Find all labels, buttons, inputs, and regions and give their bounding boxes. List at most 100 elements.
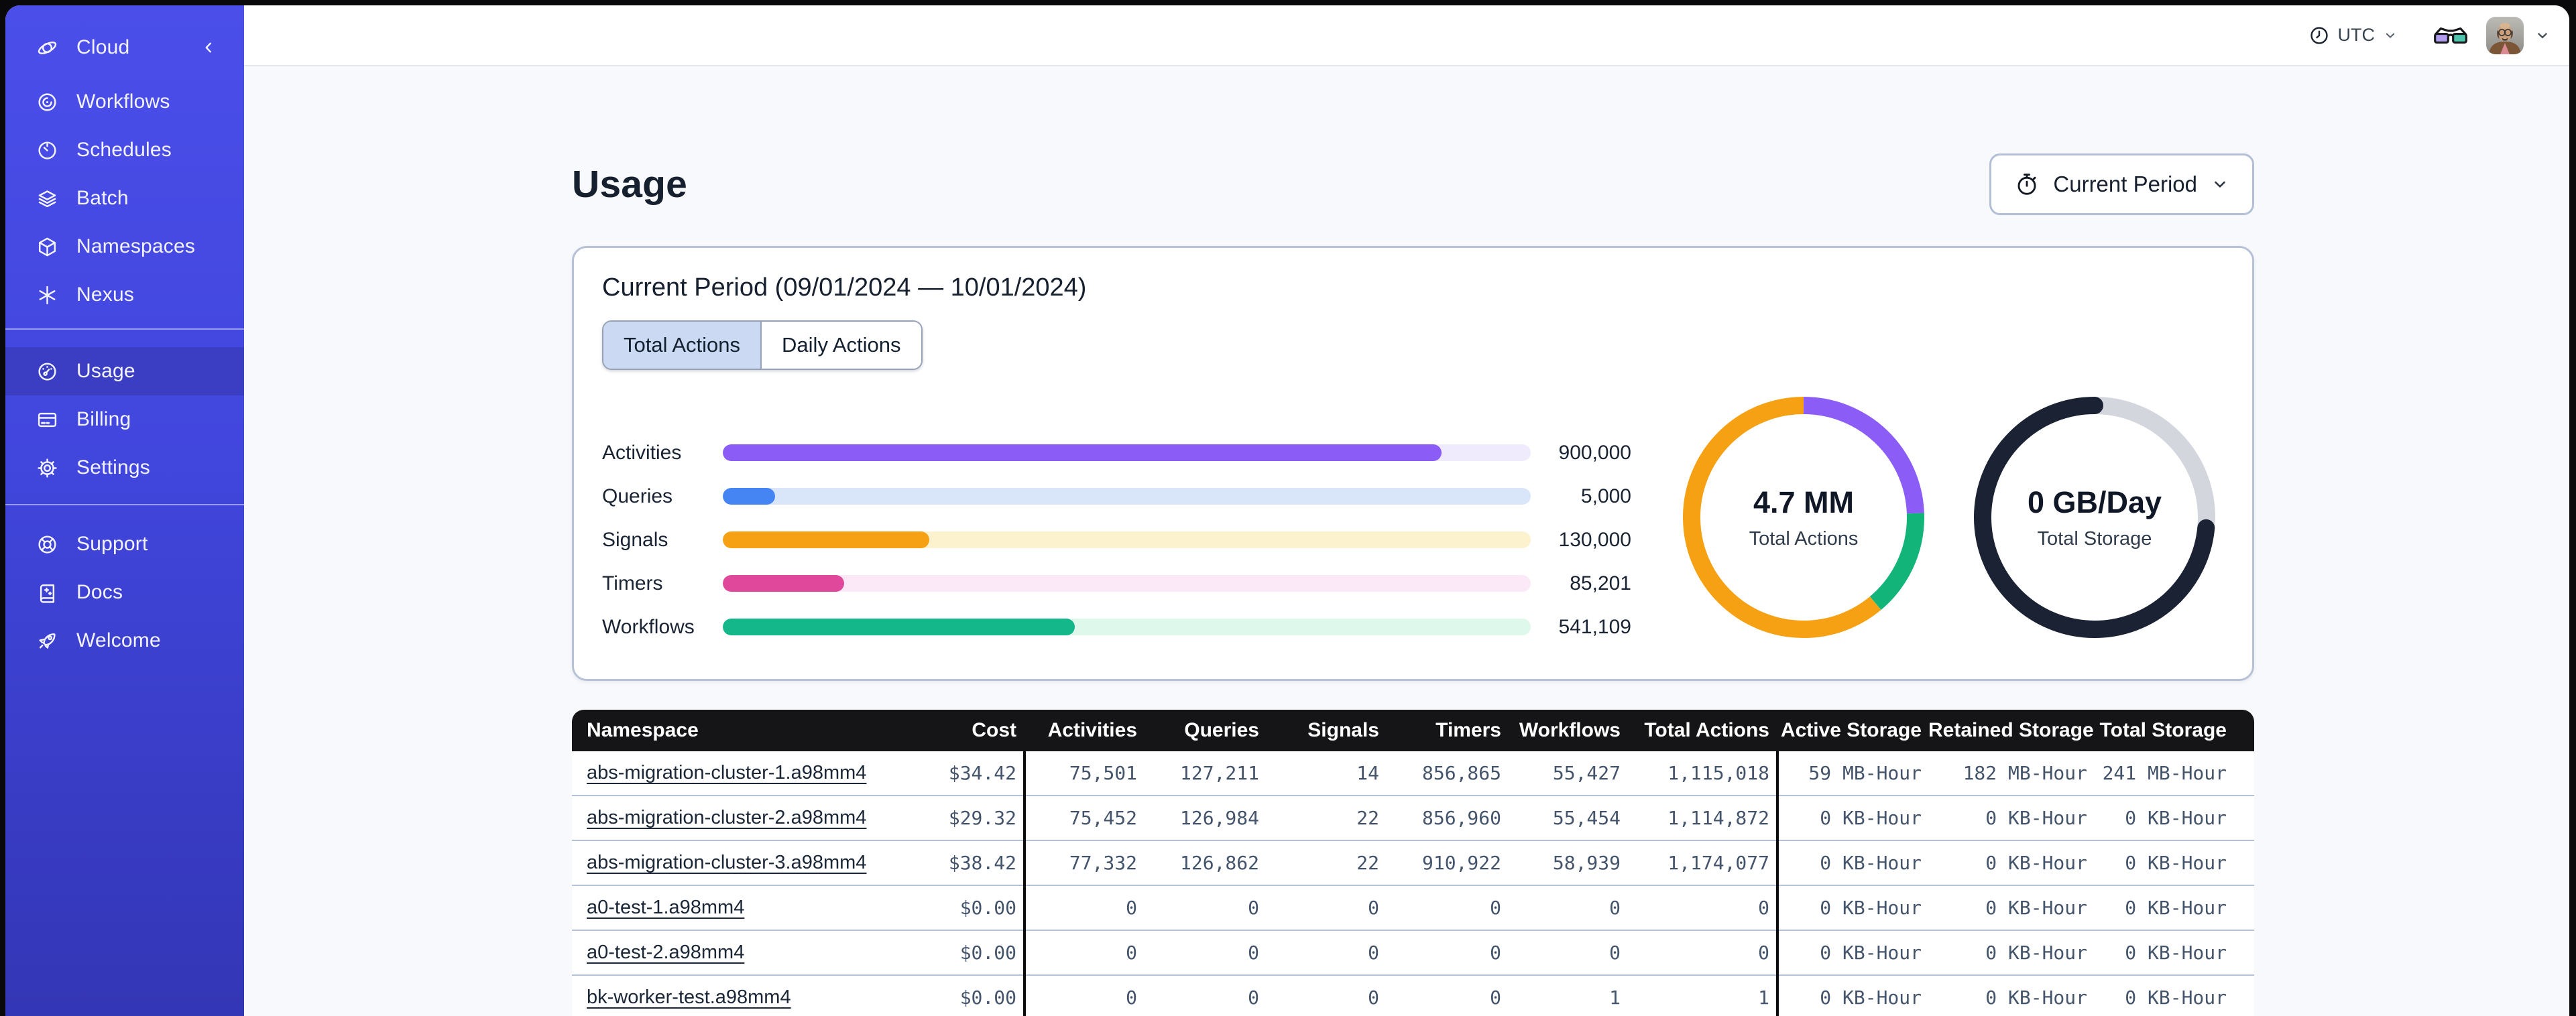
sidebar-item-workflows[interactable]: Workflows <box>5 78 244 126</box>
column-header-timers: Timers <box>1436 719 1501 741</box>
sidebar-item-welcome[interactable]: Welcome <box>5 617 244 665</box>
table-cell: 0 <box>1368 987 1379 1009</box>
actions-view-tabs: Total Actions Daily Actions <box>602 320 923 370</box>
bar-row-value: 85,201 <box>1570 572 1631 594</box>
namespace-link[interactable]: abs-migration-cluster-1.a98mm4 <box>587 762 866 783</box>
table-cell: 0 KB-Hour <box>2125 942 2227 964</box>
namespace-cell: abs-migration-cluster-1.a98mm4 <box>572 762 947 784</box>
bar-row-label: Activities <box>602 441 682 464</box>
main-column: UTC Usage Current Period Current Period … <box>244 5 2569 1016</box>
table-cell: 0 KB-Hour <box>1985 987 2087 1009</box>
usage-summary-card: Current Period (09/01/2024 — 10/01/2024)… <box>572 246 2254 681</box>
period-selector-button[interactable]: Current Period <box>1989 153 2254 215</box>
tab-daily-actions[interactable]: Daily Actions <box>762 322 921 369</box>
sidebar-item-support[interactable]: Support <box>5 520 244 568</box>
chevron-left-icon[interactable] <box>200 39 217 56</box>
table-header-row: Namespace Cost Activities Queries Signals Tim… <box>572 710 2254 751</box>
bar-fill <box>723 575 844 592</box>
sidebar-item-batch[interactable]: Batch <box>5 174 244 223</box>
table-row: a0-test-1.a98mm4 $0.00 0 0 0 0 0 0 0 KB-Hour 0 KB… <box>572 886 2254 931</box>
usage-bar-chart: Activities 900,000 Queries 5,000 Signals 130,… <box>602 431 1631 649</box>
namespace-link[interactable]: abs-migration-cluster-2.a98mm4 <box>587 807 866 828</box>
period-selector-label: Current Period <box>2053 172 2197 196</box>
timezone-selector[interactable]: UTC <box>2308 25 2398 46</box>
bar-track <box>723 488 1531 505</box>
namespace-link[interactable]: a0-test-1.a98mm4 <box>587 897 744 918</box>
column-header-total-storage: Total Storage <box>2099 719 2227 741</box>
nexus-icon <box>36 284 58 306</box>
sidebar-item-schedules[interactable]: Schedules <box>5 126 244 174</box>
schedules-icon <box>36 139 58 162</box>
bar-fill <box>723 488 776 505</box>
chevron-down-icon <box>2383 28 2398 43</box>
support-icon <box>36 533 58 556</box>
bar-row-label: Signals <box>602 528 668 551</box>
table-cell: 0 KB-Hour <box>1985 852 2087 874</box>
donut-value: 4.7 MM <box>1753 485 1855 519</box>
bar-row-label: Queries <box>602 485 673 507</box>
sidebar: Cloud Workflows Schedules Batch Namespaces N… <box>5 5 244 1016</box>
sidebar-item-label: Billing <box>76 408 131 430</box>
table-cell: 0 <box>1758 897 1769 919</box>
column-group-divider <box>1023 751 1026 1016</box>
table-cell: 1,115,018 <box>1667 762 1769 784</box>
sidebar-item-label: Batch <box>76 187 129 209</box>
bar-track <box>723 531 1531 548</box>
table-cell: 856,960 <box>1421 807 1501 829</box>
column-group-divider <box>1776 751 1779 1016</box>
card-title: Current Period (09/01/2024 — 10/01/2024) <box>602 273 1087 302</box>
sidebar-item-settings[interactable]: Settings <box>5 444 244 492</box>
bar-track <box>723 619 1531 635</box>
table-cell: 0 <box>1248 897 1259 919</box>
sidebar-item-namespaces[interactable]: Namespaces <box>5 223 244 271</box>
sidebar-header[interactable]: Cloud <box>5 25 244 70</box>
docs-icon <box>36 582 58 604</box>
table-cell: 126,862 <box>1179 852 1259 874</box>
table-cell: 0 KB-Hour <box>2125 897 2227 919</box>
column-header-total-actions: Total Actions <box>1644 719 1769 741</box>
tab-total-actions[interactable]: Total Actions <box>603 322 762 369</box>
clock-icon <box>2308 25 2330 46</box>
column-header-queries: Queries <box>1184 719 1259 741</box>
table-cell: 0 <box>1126 987 1137 1009</box>
account-menu-chevron[interactable] <box>2534 27 2551 44</box>
namespace-link[interactable]: bk-worker-test.a98mm4 <box>587 987 791 1008</box>
bar-row-value: 900,000 <box>1558 441 1631 464</box>
table-cell: 856,865 <box>1421 762 1501 784</box>
table-body: abs-migration-cluster-1.a98mm4 $34.42 75,5… <box>572 751 2254 1016</box>
bar-row-timers: Timers 85,201 <box>602 562 1631 605</box>
table-cell: 0 <box>1248 987 1259 1009</box>
table-cell: 0 KB-Hour <box>1820 942 1922 964</box>
column-header-retained-storage: Retained Storage <box>1928 719 2094 741</box>
table-cell: 0 KB-Hour <box>1985 897 2087 919</box>
sidebar-nav-account: Usage Billing Settings <box>5 347 244 492</box>
namespace-cell: bk-worker-test.a98mm4 <box>572 987 947 1009</box>
namespace-link[interactable]: a0-test-2.a98mm4 <box>587 942 744 963</box>
namespace-link[interactable]: abs-migration-cluster-3.a98mm4 <box>587 852 866 873</box>
table-cell: 0 <box>1490 987 1501 1009</box>
column-header-workflows: Workflows <box>1519 719 1621 741</box>
bar-fill <box>723 619 1075 635</box>
namespace-cell: abs-migration-cluster-2.a98mm4 <box>572 807 947 829</box>
column-header-namespace: Namespace <box>587 719 699 741</box>
bar-row-activities: Activities 900,000 <box>602 431 1631 474</box>
sidebar-item-nexus[interactable]: Nexus <box>5 271 244 319</box>
sidebar-item-billing[interactable]: Billing <box>5 395 244 444</box>
page-header: Usage Current Period <box>572 152 2254 216</box>
sidebar-item-usage[interactable]: Usage <box>5 347 244 395</box>
sidebar-item-docs[interactable]: Docs <box>5 568 244 617</box>
table-cell: $34.42 <box>948 762 1016 784</box>
user-avatar[interactable] <box>2486 16 2524 54</box>
bar-fill <box>723 444 1442 461</box>
usage-donut-charts: 4.7 MM Total Actions 0 GB/Day Total Storage <box>1683 397 2224 649</box>
page-title: Usage <box>572 163 688 206</box>
bar-row-signals: Signals 130,000 <box>602 518 1631 562</box>
welcome-icon <box>36 630 58 652</box>
namespace-cell: abs-migration-cluster-3.a98mm4 <box>572 852 947 874</box>
bar-row-queries: Queries 5,000 <box>602 474 1631 518</box>
table-cell: 0 KB-Hour <box>1820 897 1922 919</box>
table-cell: 0 <box>1490 942 1501 964</box>
table-cell: 59 MB-Hour <box>1808 762 1922 784</box>
feedback-glasses-button[interactable] <box>2433 23 2469 48</box>
sidebar-item-label: Settings <box>76 456 150 479</box>
